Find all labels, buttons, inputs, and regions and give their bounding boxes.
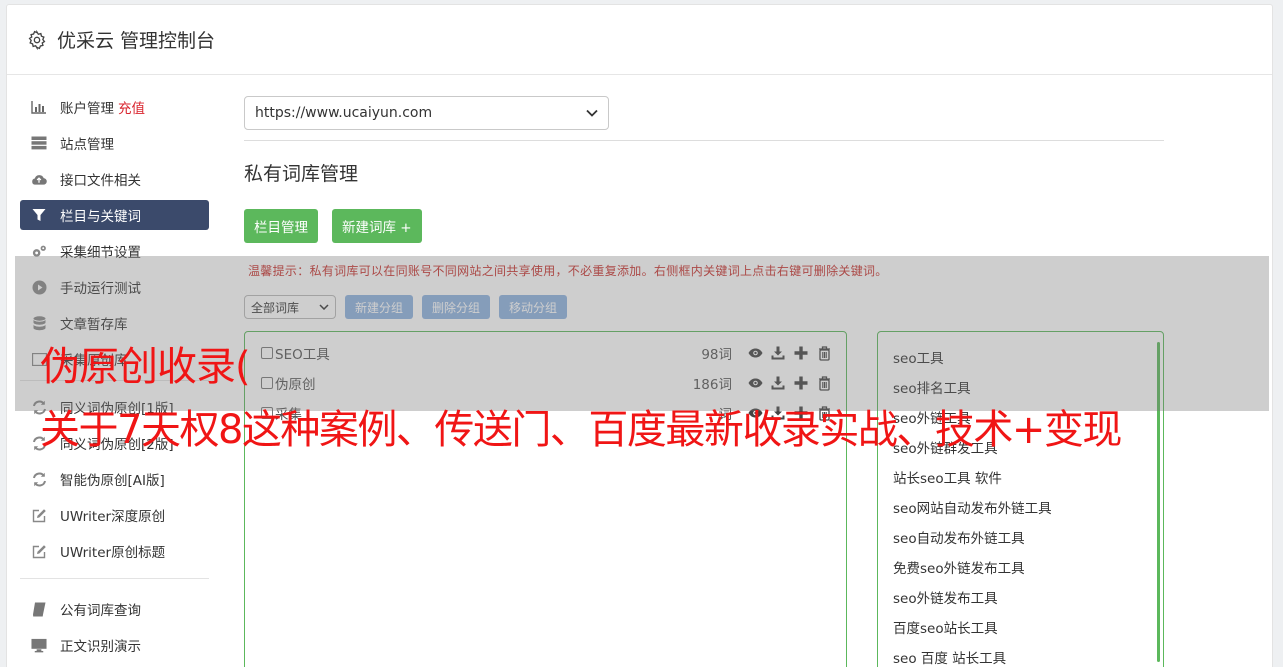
- chevron-down-icon: [586, 109, 598, 117]
- page-title: 优采云 管理控制台: [57, 30, 216, 52]
- sidebar-item-columns-keywords[interactable]: 栏目与关键词: [20, 200, 209, 230]
- book-icon: [31, 601, 47, 617]
- sidebar-item-uwriter-deep[interactable]: UWriter深度原创: [20, 500, 209, 530]
- filter-icon: [31, 207, 47, 223]
- sidebar-item-account[interactable]: 账户管理 充值: [20, 92, 209, 122]
- sidebar-item-label: 智能伪原创[AI版]: [60, 473, 165, 489]
- refresh-icon: [31, 471, 47, 487]
- server-icon: [31, 135, 47, 151]
- sidebar-item-sites[interactable]: 站点管理: [20, 128, 209, 158]
- keyword-item[interactable]: 百度seo站长工具: [878, 612, 1163, 642]
- keyword-item[interactable]: seo外链发布工具: [878, 582, 1163, 612]
- sidebar-item-text-recognition[interactable]: 正文识别演示: [20, 630, 209, 660]
- keyword-item[interactable]: seo自动发布外链工具: [878, 522, 1163, 552]
- recharge-link[interactable]: 充值: [118, 97, 145, 117]
- sidebar-item-label: UWriter深度原创: [60, 509, 166, 525]
- edit-icon: [31, 543, 47, 559]
- divider: [244, 140, 1164, 141]
- sidebar-item-uwriter-title[interactable]: UWriter原创标题: [20, 536, 209, 566]
- section-title: 私有词库管理: [244, 163, 359, 185]
- gear-icon: [28, 29, 46, 50]
- sidebar-item-label: 公有词库查询: [60, 603, 141, 619]
- cloud-upload-icon: [31, 171, 47, 187]
- sidebar-item-label: UWriter原创标题: [60, 545, 166, 561]
- bar-chart-icon: [31, 99, 47, 115]
- site-select-value: https://www.ucaiyun.com: [255, 105, 433, 121]
- sidebar-item-smart-ai[interactable]: 智能伪原创[AI版]: [20, 464, 209, 494]
- sidebar-item-public-dict[interactable]: 公有词库查询: [20, 594, 209, 624]
- keyword-item[interactable]: seo网站自动发布外链工具: [878, 492, 1163, 522]
- sidebar-item-api-files[interactable]: 接口文件相关: [20, 164, 209, 194]
- card-header: 优采云 管理控制台: [7, 5, 1272, 75]
- column-manage-button[interactable]: 栏目管理: [244, 209, 318, 243]
- overlay-title-line2: 关于7天权8这种案例、传送门、百度最新收录实战、技术+变现: [40, 407, 1122, 453]
- keyword-item[interactable]: seo 百度 站长工具: [878, 642, 1163, 667]
- desktop-icon: [31, 637, 47, 653]
- site-select[interactable]: https://www.ucaiyun.com: [244, 96, 609, 130]
- overlay-title-line1: 伪原创收录(: [40, 344, 251, 390]
- sidebar-item-label: 站点管理: [60, 137, 114, 153]
- sidebar-item-label: 栏目与关键词: [60, 209, 141, 225]
- edit-icon: [31, 507, 47, 523]
- new-library-button[interactable]: 新建词库 +: [332, 209, 422, 243]
- sidebar-divider: [20, 578, 209, 579]
- keyword-item[interactable]: 免费seo外链发布工具: [878, 552, 1163, 582]
- sidebar-item-label: 接口文件相关: [60, 173, 141, 189]
- sidebar-item-label: 正文识别演示: [60, 639, 141, 655]
- action-buttons: 栏目管理 新建词库 +: [244, 209, 1164, 243]
- keyword-item[interactable]: 站长seo工具 软件: [878, 462, 1163, 492]
- sidebar-item-label: 账户管理: [60, 101, 114, 117]
